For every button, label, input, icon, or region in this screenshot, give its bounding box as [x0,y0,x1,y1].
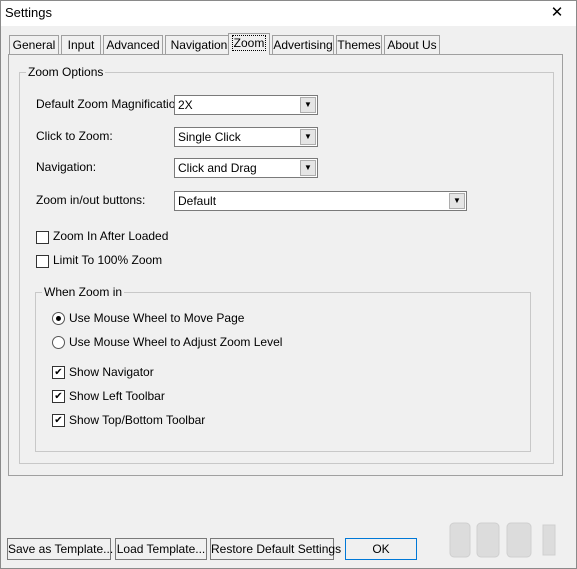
when-zoom-in-legend: When Zoom in [42,285,125,299]
zoom-buttons-select[interactable]: Default ▼ [174,191,467,211]
show-top-bottom-toolbar-checkbox[interactable]: ✔ [52,414,65,427]
wheel-zoom-label: Use Mouse Wheel to Adjust Zoom Level [69,335,283,349]
close-icon[interactable]: ✕ [537,0,577,26]
zoom-in-after-loaded-label: Zoom In After Loaded [53,229,169,243]
limit-100-checkbox[interactable] [36,255,49,268]
show-top-bottom-toolbar-label: Show Top/Bottom Toolbar [69,413,206,427]
chevron-down-icon: ▼ [300,160,316,176]
ok-button[interactable]: OK [345,538,417,560]
tab-zoom[interactable]: Zoom [228,33,270,55]
show-navigator-checkbox[interactable]: ✔ [52,366,65,379]
magnification-select[interactable]: 2X ▼ [174,95,318,115]
zoom-buttons-label: Zoom in/out buttons: [36,193,146,207]
tab-input[interactable]: Input [61,35,101,54]
tab-about-us[interactable]: About Us [384,35,440,54]
watermark-logo [449,522,556,558]
load-template-button[interactable]: Load Template... [115,538,207,560]
tab-advanced[interactable]: Advanced [103,35,163,54]
show-left-toolbar-label: Show Left Toolbar [69,389,165,403]
chevron-down-icon: ▼ [300,129,316,145]
restore-defaults-button[interactable]: Restore Default Settings [210,538,341,560]
zoom-options-legend: Zoom Options [26,65,106,79]
navigation-label: Navigation: [36,160,97,174]
window-title: Settings [5,5,52,20]
wheel-move-label: Use Mouse Wheel to Move Page [69,311,245,325]
show-navigator-label: Show Navigator [69,365,154,379]
click-to-zoom-select[interactable]: Single Click ▼ [174,127,318,147]
magnification-label: Default Zoom Magnification: [36,97,186,111]
zoom-in-after-loaded-checkbox[interactable] [36,231,49,244]
zoom-tab-panel: Zoom Options Default Zoom Magnification:… [8,54,563,476]
when-zoom-in-group: When Zoom in Use Mouse Wheel to Move Pag… [35,285,531,452]
wheel-zoom-radio[interactable] [52,336,65,349]
limit-100-label: Limit To 100% Zoom [53,253,163,267]
navigation-value: Click and Drag [178,161,257,175]
tab-general[interactable]: General [9,35,59,54]
click-to-zoom-label: Click to Zoom: [36,129,113,143]
tab-navigation[interactable]: Navigation [165,35,233,54]
tab-advertising[interactable]: Advertising [272,35,334,54]
chevron-down-icon: ▼ [449,193,465,209]
chevron-down-icon: ▼ [300,97,316,113]
tab-zoom-label: Zoom [231,35,267,51]
radio-selected-dot [56,316,61,321]
magnification-value: 2X [178,98,193,112]
title-bar: Settings ✕ [0,0,577,26]
navigation-select[interactable]: Click and Drag ▼ [174,158,318,178]
wheel-move-radio[interactable] [52,312,65,325]
zoom-buttons-value: Default [178,194,217,208]
zoom-options-group: Zoom Options Default Zoom Magnification:… [19,65,554,464]
click-to-zoom-value: Single Click [178,130,241,144]
tab-themes[interactable]: Themes [336,35,382,54]
show-left-toolbar-checkbox[interactable]: ✔ [52,390,65,403]
save-template-button[interactable]: Save as Template... [7,538,113,560]
